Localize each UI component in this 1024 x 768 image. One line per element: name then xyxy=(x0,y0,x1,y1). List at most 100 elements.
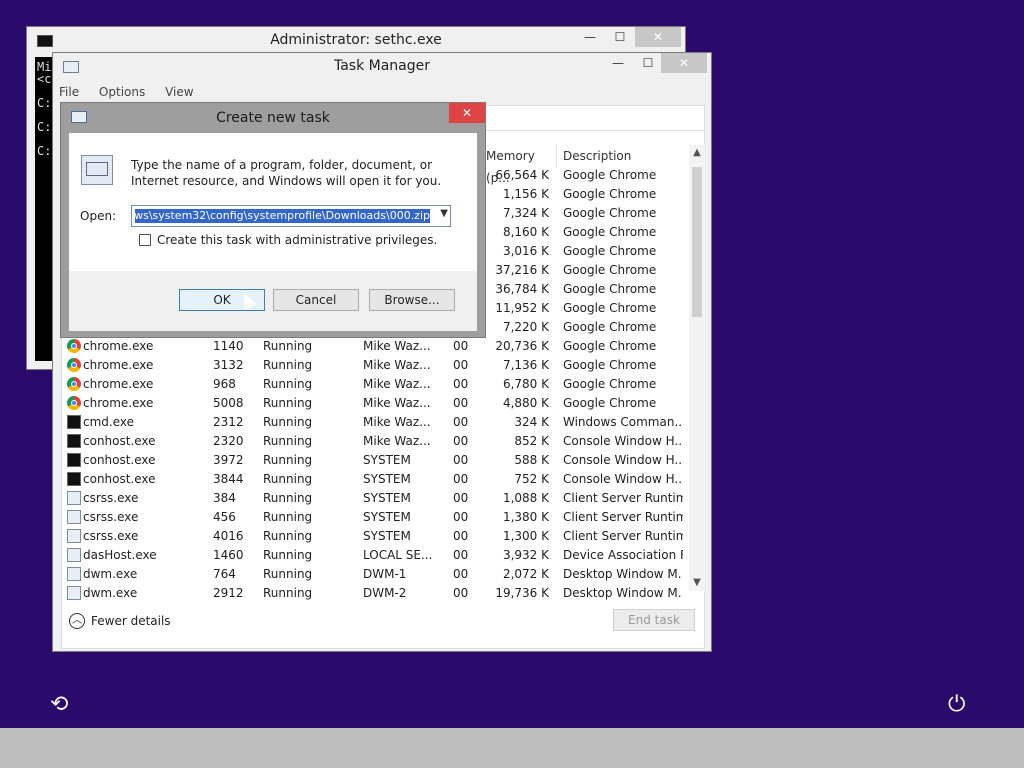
menu-options[interactable]: Options xyxy=(99,85,145,99)
scrollbar-thumb[interactable] xyxy=(692,167,702,317)
cell-pid: 2320 xyxy=(213,434,244,448)
cell-user: DWM-1 xyxy=(363,567,407,581)
table-row[interactable]: chrome.exe 968 Running Mike Waz... 00 6,780 K… xyxy=(53,375,683,394)
minimize-button[interactable]: — xyxy=(575,27,605,47)
dialog-body: Type the name of a program, folder, docu… xyxy=(69,133,477,331)
table-row[interactable]: csrss.exe 456 Running SYSTEM 00 1,380 K Client… xyxy=(53,508,683,527)
cell-description: Google Chrome xyxy=(563,168,657,182)
cell-description: Google Chrome xyxy=(563,263,657,277)
console-line: <c xyxy=(37,72,52,86)
cell-user: Mike Waz... xyxy=(363,377,431,391)
app-icon xyxy=(67,567,81,581)
table-row[interactable]: conhost.exe 2320 Running Mike Waz... 00 852 K… xyxy=(53,432,683,451)
cell-memory: 11,952 K xyxy=(495,301,549,315)
cell-status: Running xyxy=(263,586,313,600)
create-new-task-dialog[interactable]: Create new task ✕ Type the name of a pro… xyxy=(60,102,486,338)
vertical-scrollbar[interactable]: ▲ ▼ xyxy=(689,145,705,591)
ease-of-access-icon[interactable]: ⟲ xyxy=(50,692,76,718)
cell-description: Client Server Runtim... xyxy=(563,510,683,524)
console-icon xyxy=(67,472,81,486)
maximize-button[interactable]: ☐ xyxy=(605,27,635,47)
cell-description: Google Chrome xyxy=(563,339,657,353)
table-row[interactable]: chrome.exe 1140 Running Mike Waz... 00 20,736… xyxy=(53,337,683,356)
cell-description: Google Chrome xyxy=(563,396,657,410)
cancel-button[interactable]: Cancel xyxy=(273,289,359,311)
menu-file[interactable]: File xyxy=(59,85,79,99)
maximize-button[interactable]: ☐ xyxy=(633,53,663,73)
table-row[interactable]: dwm.exe 2912 Running DWM-2 00 19,736 K Desktop… xyxy=(53,584,683,603)
table-row[interactable]: chrome.exe 3132 Running Mike Waz... 00 7,136 … xyxy=(53,356,683,375)
close-button[interactable]: ✕ xyxy=(449,103,485,123)
cell-memory: 3,932 K xyxy=(502,548,549,562)
table-row[interactable]: csrss.exe 4016 Running SYSTEM 00 1,300 K Clien… xyxy=(53,527,683,546)
power-icon[interactable]: ⏻ xyxy=(948,692,974,718)
table-row[interactable]: dwm.exe 764 Running DWM-1 00 2,072 K Desktop W… xyxy=(53,565,683,584)
column-memory[interactable]: Memory (p... xyxy=(479,145,559,185)
cell-description: Console Window H... xyxy=(563,453,683,467)
cell-name: conhost.exe xyxy=(83,453,156,467)
open-input-value[interactable]: ows\system32\config\systemprofile\Downlo… xyxy=(135,209,430,223)
app-icon xyxy=(67,586,81,600)
cell-memory: 1,300 K xyxy=(502,529,549,543)
task-manager-titlebar[interactable]: Task Manager — ☐ ✕ xyxy=(53,53,711,83)
run-icon xyxy=(81,155,113,185)
cell-memory: 1,156 K xyxy=(502,187,549,201)
column-description[interactable]: Description xyxy=(556,145,686,167)
chrome-icon xyxy=(67,377,81,391)
end-task-button[interactable]: End task xyxy=(613,609,695,631)
cell-status: Running xyxy=(263,453,313,467)
chevron-up-icon: ︿ xyxy=(69,613,85,629)
cell-pid: 968 xyxy=(213,377,236,391)
cell-memory: 1,088 K xyxy=(502,491,549,505)
table-row[interactable]: csrss.exe 384 Running SYSTEM 00 1,088 K Client… xyxy=(53,489,683,508)
cell-cpu: 00 xyxy=(453,548,469,562)
cell-cpu: 00 xyxy=(453,396,469,410)
console-line: C: xyxy=(37,96,52,110)
cell-status: Running xyxy=(263,339,313,353)
cell-description: Google Chrome xyxy=(563,358,657,372)
fewer-details-button[interactable]: ︿ Fewer details xyxy=(69,613,171,629)
open-combobox[interactable]: ows\system32\config\systemprofile\Downlo… xyxy=(131,205,451,227)
cell-user: Mike Waz... xyxy=(363,358,431,372)
cell-memory: 6,780 K xyxy=(502,377,549,391)
console-icon xyxy=(67,415,81,429)
chrome-icon xyxy=(67,396,81,410)
cell-cpu: 00 xyxy=(453,339,469,353)
minimize-button[interactable]: — xyxy=(603,53,633,73)
admin-checkbox[interactable]: Create this task with administrative pri… xyxy=(139,233,437,247)
chrome-icon xyxy=(67,339,81,353)
chevron-down-icon[interactable]: ▼ xyxy=(440,208,448,219)
cell-cpu: 00 xyxy=(453,567,469,581)
cell-status: Running xyxy=(263,510,313,524)
cell-user: SYSTEM xyxy=(363,529,411,543)
menu-view[interactable]: View xyxy=(165,85,193,99)
browse-button[interactable]: Browse... xyxy=(369,289,455,311)
cell-status: Running xyxy=(263,529,313,543)
cell-memory: 7,324 K xyxy=(502,206,549,220)
cell-status: Running xyxy=(263,396,313,410)
cell-cpu: 00 xyxy=(453,434,469,448)
scroll-down-icon[interactable]: ▼ xyxy=(689,577,705,588)
cell-name: cmd.exe xyxy=(83,415,135,429)
console-icon xyxy=(67,453,81,467)
cell-user: SYSTEM xyxy=(363,510,411,524)
cell-name: dwm.exe xyxy=(83,586,138,600)
table-row[interactable]: chrome.exe 5008 Running Mike Waz... 00 4,880 … xyxy=(53,394,683,413)
cell-name: chrome.exe xyxy=(83,396,154,410)
close-button[interactable]: ✕ xyxy=(661,53,707,73)
cell-user: SYSTEM xyxy=(363,491,411,505)
table-row[interactable]: conhost.exe 3844 Running SYSTEM 00 752 K Conso… xyxy=(53,470,683,489)
close-button[interactable]: ✕ xyxy=(635,27,681,47)
cell-description: Google Chrome xyxy=(563,282,657,296)
table-row[interactable]: cmd.exe 2312 Running Mike Waz... 00 324 K Wind… xyxy=(53,413,683,432)
table-row[interactable]: dasHost.exe 1460 Running LOCAL SE... 00 3,932… xyxy=(53,546,683,565)
dialog-titlebar[interactable]: Create new task ✕ xyxy=(61,103,485,133)
scroll-up-icon[interactable]: ▲ xyxy=(689,147,705,158)
table-row[interactable]: conhost.exe 3972 Running SYSTEM 00 588 K Conso… xyxy=(53,451,683,470)
cell-description: Console Window H... xyxy=(563,472,683,486)
cell-description: Google Chrome xyxy=(563,187,657,201)
cell-name: chrome.exe xyxy=(83,358,154,372)
cell-description: Client Server Runtim... xyxy=(563,491,683,505)
cell-cpu: 00 xyxy=(453,358,469,372)
checkbox-box[interactable] xyxy=(139,234,151,246)
